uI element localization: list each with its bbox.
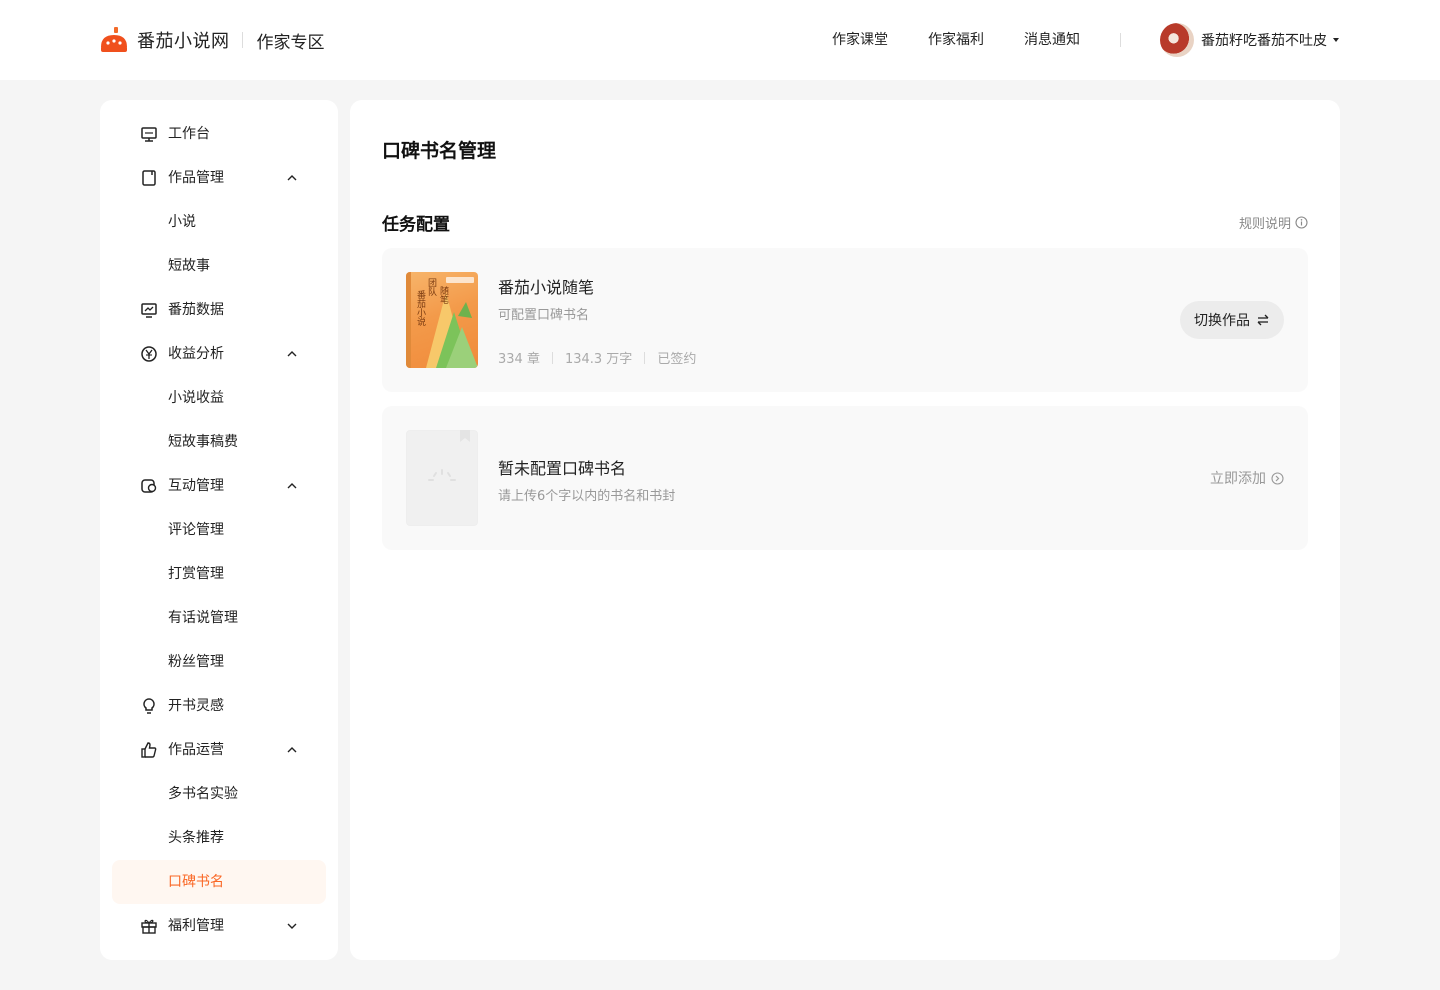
sidebar-item-multi-title[interactable]: 多书名实验 [112, 772, 326, 816]
nav-notifications[interactable]: 消息通知 [1024, 30, 1080, 50]
sidebar-item-fans[interactable]: 粉丝管理 [112, 640, 326, 684]
cover-team-text: 团队 [426, 278, 436, 296]
sidebar-item-label: 口碑书名 [168, 874, 224, 890]
rules-label: 规则说明 [1238, 217, 1291, 232]
sidebar-item-headline[interactable]: 头条推荐 [112, 816, 326, 860]
nav-writer-welfare[interactable]: 作家福利 [928, 30, 984, 50]
add-circle-icon [1271, 471, 1284, 485]
thumb-up-icon [141, 742, 157, 758]
sidebar-item-comments[interactable]: 评论管理 [112, 508, 326, 552]
logo-text: 番茄小说网 [137, 31, 230, 52]
book-subtitle: 可配置口碑书名 [498, 308, 590, 323]
user-name: 番茄籽吃番茄不吐皮 [1201, 33, 1327, 49]
chevron-down-icon [287, 923, 297, 929]
sidebar-item-operations[interactable]: 作品运营 [112, 728, 326, 772]
sidebar-item-tips[interactable]: 打赏管理 [112, 552, 326, 596]
top-nav: 作家课堂 作家福利 消息通知 [832, 30, 1120, 50]
sidebar-item-author-says[interactable]: 有话说管理 [112, 596, 326, 640]
nav-writer-class[interactable]: 作家课堂 [832, 30, 888, 50]
sidebar-item-label: 有话说管理 [168, 610, 238, 626]
sidebar-item-label: 头条推荐 [168, 830, 224, 846]
sidebar-item-label: 粉丝管理 [168, 654, 224, 670]
sidebar-item-label: 小说收益 [168, 390, 224, 406]
meta-divider [551, 351, 553, 364]
meta-divider [644, 351, 646, 364]
yen-icon [141, 346, 157, 362]
add-now-label: 立即添加 [1210, 471, 1266, 487]
section-title: 任务配置 [382, 215, 450, 235]
chevron-up-icon [287, 175, 297, 181]
gift-icon [141, 919, 157, 934]
add-now-link[interactable]: 立即添加 [1210, 468, 1284, 488]
empty-subtitle: 请上传6个字以内的书名和书封 [498, 489, 676, 504]
sidebar-item-inspiration[interactable]: 开书灵感 [112, 684, 326, 728]
monitor-icon [141, 127, 157, 142]
book-cover: 随笔 团队 番茄小说 [406, 272, 478, 368]
user-menu[interactable]: 番茄籽吃番茄不吐皮 [1160, 23, 1339, 57]
sidebar-item-welfare[interactable]: 福利管理 [112, 904, 326, 948]
sidebar-item-short-story[interactable]: 短故事 [112, 244, 326, 288]
chart-icon [141, 303, 157, 318]
sidebar-item-label: 收益分析 [168, 346, 224, 362]
top-header: 番茄小说网 作家专区 作家课堂 作家福利 消息通知 番茄籽吃番茄不吐皮 [0, 0, 1440, 80]
sidebar-item-label: 短故事稿费 [168, 434, 238, 450]
sidebar-item-label: 番茄数据 [168, 302, 224, 318]
sidebar-item-label: 短故事 [168, 258, 210, 274]
sidebar-item-label: 打赏管理 [168, 566, 224, 582]
zone-text: 作家专区 [256, 32, 325, 53]
sidebar-item-data[interactable]: 番茄数据 [112, 288, 326, 332]
cover-placeholder[interactable] [406, 430, 478, 526]
logo-divider [241, 32, 243, 48]
caret-down-icon [1333, 38, 1339, 42]
book-icon [142, 170, 156, 186]
book-meta: 334 章 134.3 万字 已签约 [498, 348, 696, 367]
loading-icon [428, 430, 470, 481]
chevron-up-icon [287, 351, 297, 357]
sidebar-item-reputation-title[interactable]: 口碑书名 [112, 860, 326, 904]
sidebar-item-label: 作品管理 [168, 170, 224, 186]
cover-title-text: 随笔 [438, 286, 448, 304]
sidebar-item-works[interactable]: 作品管理 [112, 156, 326, 200]
sidebar-item-label: 工作台 [168, 126, 210, 142]
sidebar-item-workbench[interactable]: 工作台 [112, 112, 326, 156]
book-card: 随笔 团队 番茄小说 番茄小说随笔 可配置口碑书名 334 章 134.3 万字… [382, 248, 1308, 392]
rules-link[interactable]: 规则说明 [1239, 213, 1308, 232]
tomato-logo-icon [101, 27, 127, 52]
sidebar-item-label: 多书名实验 [168, 786, 238, 802]
switch-work-label: 切换作品 [1194, 313, 1250, 329]
sidebar-item-label: 开书灵感 [168, 698, 224, 714]
bulb-icon [143, 698, 155, 714]
swap-icon [1257, 314, 1269, 326]
switch-work-button[interactable]: 切换作品 [1180, 301, 1284, 339]
sidebar-item-label: 小说 [168, 214, 196, 230]
sidebar-item-label: 福利管理 [168, 918, 224, 934]
sidebar-item-short-story-fee[interactable]: 短故事稿费 [112, 420, 326, 464]
book-title: 番茄小说随笔 [498, 278, 595, 297]
empty-title: 暂未配置口碑书名 [498, 459, 627, 478]
empty-title-card: 暂未配置口碑书名 请上传6个字以内的书名和书封 立即添加 [382, 406, 1308, 550]
chevron-up-icon [287, 483, 297, 489]
info-icon [1295, 216, 1308, 229]
chapter-count: 334 章 [498, 352, 540, 367]
chat-icon [141, 479, 157, 493]
cover-brand-text: 番茄小说 [415, 290, 425, 326]
nav-divider [1120, 33, 1121, 47]
sidebar-item-label: 评论管理 [168, 522, 224, 538]
sidebar: 工作台 作品管理 小说 短故事 番茄数据 收益分析 小说收益 短故事稿费 互动管… [100, 100, 338, 960]
sidebar-item-label: 互动管理 [168, 478, 224, 494]
sidebar-item-novel-revenue[interactable]: 小说收益 [112, 376, 326, 420]
site-logo[interactable]: 番茄小说网 作家专区 [99, 24, 325, 56]
sidebar-item-interaction[interactable]: 互动管理 [112, 464, 326, 508]
word-count: 134.3 万字 [564, 352, 633, 367]
sign-status: 已签约 [657, 352, 697, 367]
sidebar-item-revenue[interactable]: 收益分析 [112, 332, 326, 376]
page-title: 口碑书名管理 [382, 140, 497, 162]
avatar [1160, 23, 1194, 57]
sidebar-item-novel[interactable]: 小说 [112, 200, 326, 244]
sidebar-item-label: 作品运营 [168, 742, 224, 758]
chevron-up-icon [287, 747, 297, 753]
main-panel: 口碑书名管理 任务配置 规则说明 随笔 团队 番茄小说 番茄小说随笔 可配置口碑… [350, 100, 1340, 960]
